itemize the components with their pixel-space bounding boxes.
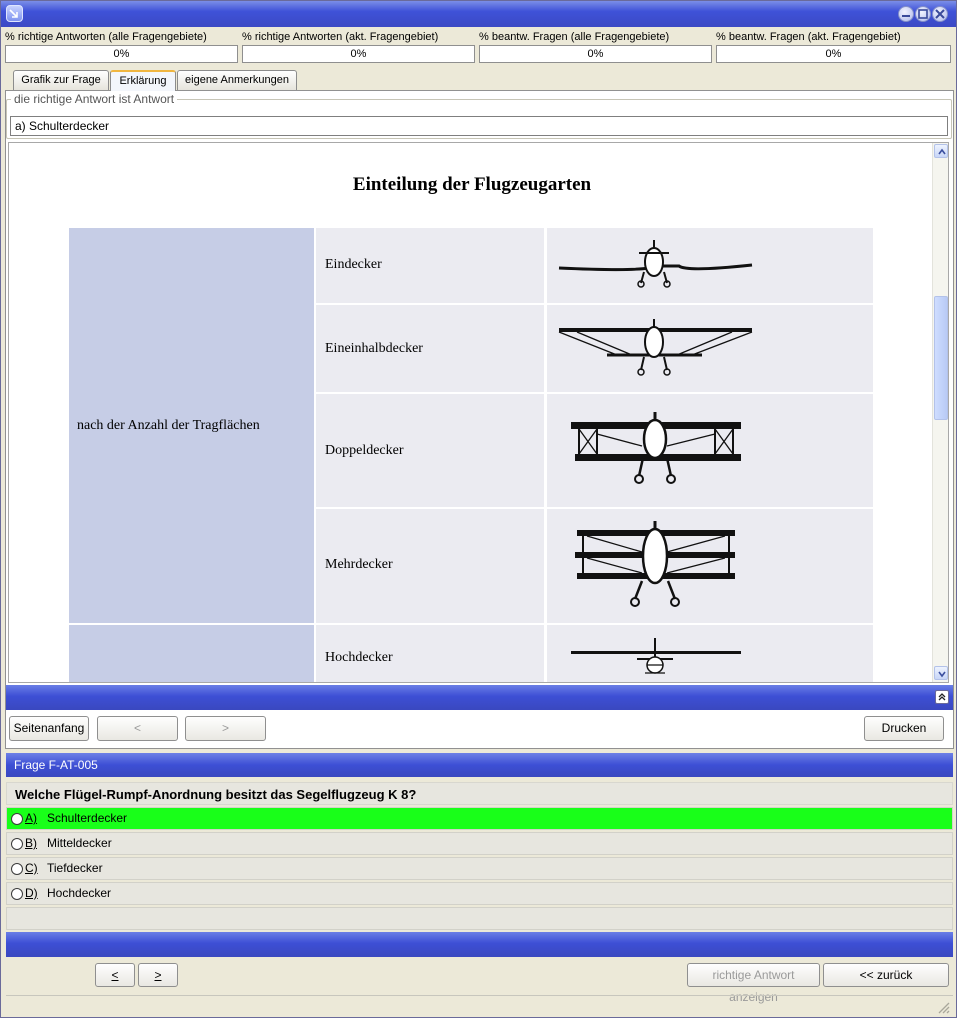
back-button[interactable]: << zurück xyxy=(823,963,949,987)
document-title: Einteilung der Flugzeugarten xyxy=(352,174,592,195)
correct-answer-field: a) Schulterdecker xyxy=(10,116,948,136)
next-question-button[interactable]: > xyxy=(138,963,178,987)
row-image-cell xyxy=(547,228,873,303)
option-text: Mitteldecker xyxy=(47,836,112,850)
option-letter: C) xyxy=(25,861,38,875)
answer-option-d[interactable]: D) Hochdecker xyxy=(6,882,953,905)
stat-correct-current: % richtige Antworten (akt. Fragengebiet)… xyxy=(242,30,475,63)
app-icon[interactable] xyxy=(6,5,23,22)
stat-answered-all: % beantw. Fragen (alle Fragengebiete) 0% xyxy=(479,30,712,63)
answer-option-b[interactable]: B) Mitteldecker xyxy=(6,832,953,855)
row-label: Mehrdecker xyxy=(325,557,393,572)
answer-option-a[interactable]: A) Schulterdecker xyxy=(6,807,953,830)
row-label: Hochdecker xyxy=(325,650,393,665)
correct-answer-group: die richtige Antwort ist Antwort a) Schu… xyxy=(6,92,952,139)
document-scrollbar[interactable] xyxy=(932,143,948,682)
row-label-cell: Mehrdecker xyxy=(316,509,544,623)
status-bar xyxy=(6,995,953,1017)
collapse-icon[interactable] xyxy=(935,690,949,704)
option-text: Tiefdecker xyxy=(47,861,103,875)
category-label: nach der Anzahl der Tragflächen xyxy=(77,418,260,433)
page-top-button[interactable]: Seitenanfang xyxy=(9,716,89,741)
tab-anmerkungen[interactable]: eigene Anmerkungen xyxy=(177,70,297,90)
stat-answered-current: % beantw. Fragen (akt. Fragengebiet) 0% xyxy=(716,30,951,63)
row-image-cell xyxy=(547,305,873,392)
triplane-icon xyxy=(575,521,735,607)
show-answer-button[interactable]: richtige Antwort anzeigen xyxy=(687,963,820,1004)
scroll-thumb[interactable] xyxy=(934,296,948,420)
option-text: Schulterdecker xyxy=(47,811,128,825)
row-label-cell: Eineinhalbdecker xyxy=(316,305,544,392)
close-icon[interactable] xyxy=(932,6,948,22)
minimize-icon[interactable] xyxy=(898,6,914,22)
sesquiplane-icon xyxy=(558,319,753,376)
prev-question-button[interactable]: < xyxy=(95,963,135,987)
option-letter: D) xyxy=(25,886,38,900)
scroll-down-icon[interactable] xyxy=(934,666,948,680)
radio-button[interactable] xyxy=(11,813,23,825)
row-label: Eineinhalbdecker xyxy=(325,341,423,356)
monoplane-icon xyxy=(558,240,753,288)
option-letter: A) xyxy=(25,811,37,825)
row-label: Eindecker xyxy=(325,257,382,272)
explanation-document[interactable]: Einteilung der Flugzeugarten nach der An… xyxy=(8,142,949,683)
bottom-bar xyxy=(6,932,953,957)
radio-button[interactable] xyxy=(11,863,23,875)
doc-back-button[interactable]: < xyxy=(97,716,178,741)
question-text: Welche Flügel-Rumpf-Anordnung besitzt da… xyxy=(6,782,953,805)
answer-option-c[interactable]: C) Tiefdecker xyxy=(6,857,953,880)
row-label-cell: Hochdecker xyxy=(316,625,544,682)
stat-label: % richtige Antworten (alle Fragengebiete… xyxy=(5,31,207,43)
option-letter: B) xyxy=(25,836,37,850)
category-cell-next xyxy=(69,625,314,682)
app-window: % richtige Antworten (alle Fragengebiete… xyxy=(0,0,957,1018)
print-button[interactable]: Drucken xyxy=(864,716,944,741)
stat-value: 0% xyxy=(479,45,712,63)
row-label-cell: Doppeldecker xyxy=(316,394,544,507)
stat-value: 0% xyxy=(242,45,475,63)
question-header: Frage F-AT-005 xyxy=(6,753,953,777)
high-wing-icon xyxy=(571,638,741,674)
biplane-icon xyxy=(571,412,741,484)
stats-row: % richtige Antworten (alle Fragengebiete… xyxy=(5,30,954,68)
tab-grafik[interactable]: Grafik zur Frage xyxy=(13,70,109,90)
stat-value: 0% xyxy=(5,45,238,63)
row-label: Doppeldecker xyxy=(325,443,404,458)
row-image-cell xyxy=(547,625,873,682)
stat-label: % beantw. Fragen (akt. Fragengebiet) xyxy=(716,31,901,43)
doc-forward-button[interactable]: > xyxy=(185,716,266,741)
tab-erklaerung[interactable]: Erklärung xyxy=(110,70,176,91)
row-image-cell xyxy=(547,509,873,623)
category-cell: nach der Anzahl der Tragflächen xyxy=(69,228,314,623)
radio-button[interactable] xyxy=(11,888,23,900)
empty-row xyxy=(6,907,953,930)
resize-grip-icon[interactable] xyxy=(936,1000,950,1014)
stat-correct-all: % richtige Antworten (alle Fragengebiete… xyxy=(5,30,238,63)
stat-label: % richtige Antworten (akt. Fragengebiet) xyxy=(242,31,439,43)
row-label-cell: Eindecker xyxy=(316,228,544,303)
row-image-cell xyxy=(547,394,873,507)
title-bar xyxy=(1,1,956,27)
splitter-bar[interactable] xyxy=(6,685,953,710)
group-legend: die richtige Antwort ist Antwort xyxy=(11,92,178,106)
radio-button[interactable] xyxy=(11,838,23,850)
stat-value: 0% xyxy=(716,45,951,63)
stat-label: % beantw. Fragen (alle Fragengebiete) xyxy=(479,31,670,43)
scroll-up-icon[interactable] xyxy=(934,144,948,158)
option-text: Hochdecker xyxy=(47,886,112,900)
maximize-icon[interactable] xyxy=(915,6,931,22)
